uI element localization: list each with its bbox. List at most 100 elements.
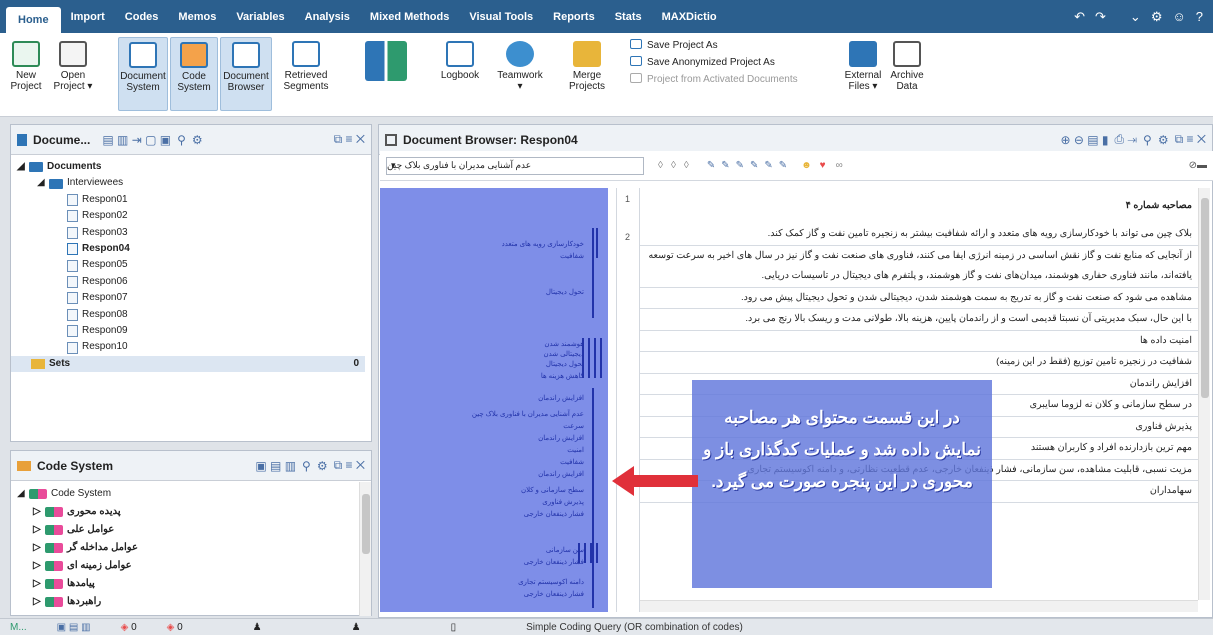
coded-segment-label[interactable]: عدم آشنایی مدیران با فناوری بلاک چین: [472, 410, 584, 418]
menu-stats[interactable]: Stats: [605, 0, 652, 33]
text-horizontal-scrollbar[interactable]: [640, 600, 1198, 612]
search-icon[interactable]: ⚲: [1143, 133, 1152, 147]
gear-icon[interactable]: ⚙: [1158, 133, 1169, 147]
expand-icon[interactable]: ◢: [17, 485, 29, 503]
expand-icon[interactable]: ▷: [33, 503, 45, 521]
layout-grid-button[interactable]: [362, 41, 410, 84]
toggle-icon[interactable]: ⊘▬: [1189, 160, 1207, 171]
coded-segment-label[interactable]: شفافیت: [560, 458, 584, 466]
doc-item[interactable]: Respon06: [17, 274, 365, 290]
menu-mixed-methods[interactable]: Mixed Methods: [360, 0, 459, 33]
expand-icon[interactable]: ▷: [33, 575, 45, 593]
expand-icon[interactable]: ▷: [33, 521, 45, 539]
code-system-button[interactable]: Code System: [170, 37, 218, 111]
code-stripe[interactable]: [584, 543, 586, 563]
expand-icon[interactable]: ◢: [37, 175, 49, 191]
code-stripe[interactable]: [600, 338, 602, 378]
code-stripe[interactable]: [596, 543, 598, 563]
expand-icon[interactable]: ▷: [33, 539, 45, 557]
expand-icon[interactable]: ▷: [33, 557, 45, 575]
coded-segment-label[interactable]: تحول دیجیتال: [546, 360, 584, 368]
code-stripe[interactable]: [594, 338, 596, 378]
save-project-as-button[interactable]: Save Project As: [630, 37, 798, 54]
archive-data-button[interactable]: Archive Data: [886, 41, 928, 92]
print-icon[interactable]: ⎙ ⇥: [1115, 132, 1138, 147]
project-from-activated-button[interactable]: Project from Activated Documents: [630, 71, 798, 88]
logbook-button[interactable]: Logbook: [440, 41, 480, 81]
smiley-icon[interactable]: ☺: [1172, 9, 1185, 25]
code-stripe[interactable]: [592, 388, 594, 608]
code-stripe[interactable]: [588, 338, 590, 378]
link-icon[interactable]: ∞: [836, 160, 843, 171]
search-icon[interactable]: ⚲: [302, 459, 311, 473]
menu-home[interactable]: Home: [6, 7, 61, 33]
code-item[interactable]: ▷ عوامل زمینه ای: [17, 557, 365, 575]
doc-item-active[interactable]: Respon04: [17, 241, 365, 257]
coded-segment-label[interactable]: خودکارسازی رویه های متعدد: [502, 240, 584, 248]
window-controls-icon[interactable]: ⧉ ≡ ✕: [334, 458, 365, 473]
code-scrollbar[interactable]: [359, 482, 371, 616]
status-query[interactable]: Simple Coding Query (OR combination of c…: [526, 622, 743, 633]
coded-segment-label[interactable]: افزایش راندمان: [538, 434, 584, 442]
menu-reports[interactable]: Reports: [543, 0, 605, 33]
code-stripe[interactable]: [590, 543, 592, 563]
code-item[interactable]: ▷ عوامل علی: [17, 521, 365, 539]
gear-icon[interactable]: ⚙: [317, 459, 328, 473]
coded-segment-label[interactable]: سطح سازمانی و کلان: [521, 486, 584, 494]
window-controls-icon[interactable]: ⧉ ≡ ✕: [1175, 132, 1206, 147]
collapse-icon[interactable]: ⌄: [1130, 9, 1141, 25]
menu-analysis[interactable]: Analysis: [295, 0, 360, 33]
search-icon[interactable]: ⚲: [177, 133, 186, 147]
settings-icon[interactable]: ⚙: [1151, 9, 1163, 25]
coded-segment-label[interactable]: فشار ذینفعان خارجی: [524, 558, 584, 566]
coded-segment-label[interactable]: سرعت: [563, 422, 584, 430]
tree-root-codes[interactable]: ◢ Code System: [17, 485, 365, 503]
code-item[interactable]: ▷ عوامل مداخله گر: [17, 539, 365, 557]
coded-segment-label[interactable]: افزایش راندمان: [538, 470, 584, 478]
coded-segment-label[interactable]: دیجیتالی شدن: [543, 350, 584, 358]
code-item[interactable]: ▷ پیامدها: [17, 575, 365, 593]
teamwork-button[interactable]: Teamwork ▾: [494, 41, 546, 92]
coded-segment-label[interactable]: پذیرش فناوری: [542, 498, 584, 506]
coded-segment-label[interactable]: تحول دیجیتال: [546, 288, 584, 296]
menu-visual-tools[interactable]: Visual Tools: [459, 0, 543, 33]
code-tools-icon[interactable]: ▣ ▤ ▥: [255, 459, 296, 473]
document-system-button[interactable]: Document System: [118, 37, 168, 111]
doc-item[interactable]: Respon08: [17, 307, 365, 323]
help-icon[interactable]: ?: [1196, 9, 1203, 25]
highlight-pens-icon[interactable]: ✎✎✎✎✎✎: [707, 160, 793, 171]
menu-codes[interactable]: Codes: [115, 0, 169, 33]
code-stripe[interactable]: [582, 338, 584, 378]
coded-segment-label[interactable]: افزایش راندمان: [538, 394, 584, 402]
menu-memos[interactable]: Memos: [168, 0, 226, 33]
coded-segment-label[interactable]: فشار ذینفعان خارجی: [524, 590, 584, 598]
code-item[interactable]: ▷ پدیده محوری: [17, 503, 365, 521]
new-project-button[interactable]: New Project: [8, 41, 44, 92]
retrieved-segments-button[interactable]: Retrieved Segments: [278, 41, 334, 92]
doc-item[interactable]: Respon03: [17, 225, 365, 241]
document-browser-button[interactable]: Document Browser: [220, 37, 272, 111]
coded-segment-label[interactable]: شفافیت: [560, 252, 584, 260]
menu-import[interactable]: Import: [61, 0, 115, 33]
code-select-dropdown[interactable]: عدم آشنایی مدیران با فناوری بلاک چین ▾: [386, 156, 644, 175]
save-anonymized-button[interactable]: Save Anonymized Project As: [630, 54, 798, 71]
coded-segment-label[interactable]: فشار ذینفعان خارجی: [524, 510, 584, 518]
expand-icon[interactable]: ▷: [33, 593, 45, 611]
coding-tools-icon[interactable]: ◊◊◊: [658, 160, 697, 171]
doc-item[interactable]: Respon01: [17, 192, 365, 208]
expand-icon[interactable]: ◢: [17, 159, 29, 175]
tree-sets[interactable]: Sets 0: [11, 355, 365, 373]
doc-item[interactable]: Respon07: [17, 290, 365, 306]
menu-variables[interactable]: Variables: [226, 0, 294, 33]
merge-projects-button[interactable]: Merge Projects: [566, 41, 608, 92]
redo-icon[interactable]: ↷: [1095, 9, 1106, 25]
doc-item[interactable]: Respon02: [17, 208, 365, 224]
coded-segment-label[interactable]: کاهش هزینه ها: [541, 372, 584, 380]
code-stripe[interactable]: [596, 228, 598, 258]
gear-icon[interactable]: ⚙: [192, 133, 203, 147]
text-scrollbar[interactable]: [1198, 188, 1210, 600]
coded-segment-label[interactable]: امنیت: [567, 446, 584, 454]
external-files-button[interactable]: External Files ▾: [842, 41, 884, 92]
coded-segment-label[interactable]: هوشمند شدن: [544, 340, 584, 348]
code-item[interactable]: ▷ راهبردها: [17, 593, 365, 611]
